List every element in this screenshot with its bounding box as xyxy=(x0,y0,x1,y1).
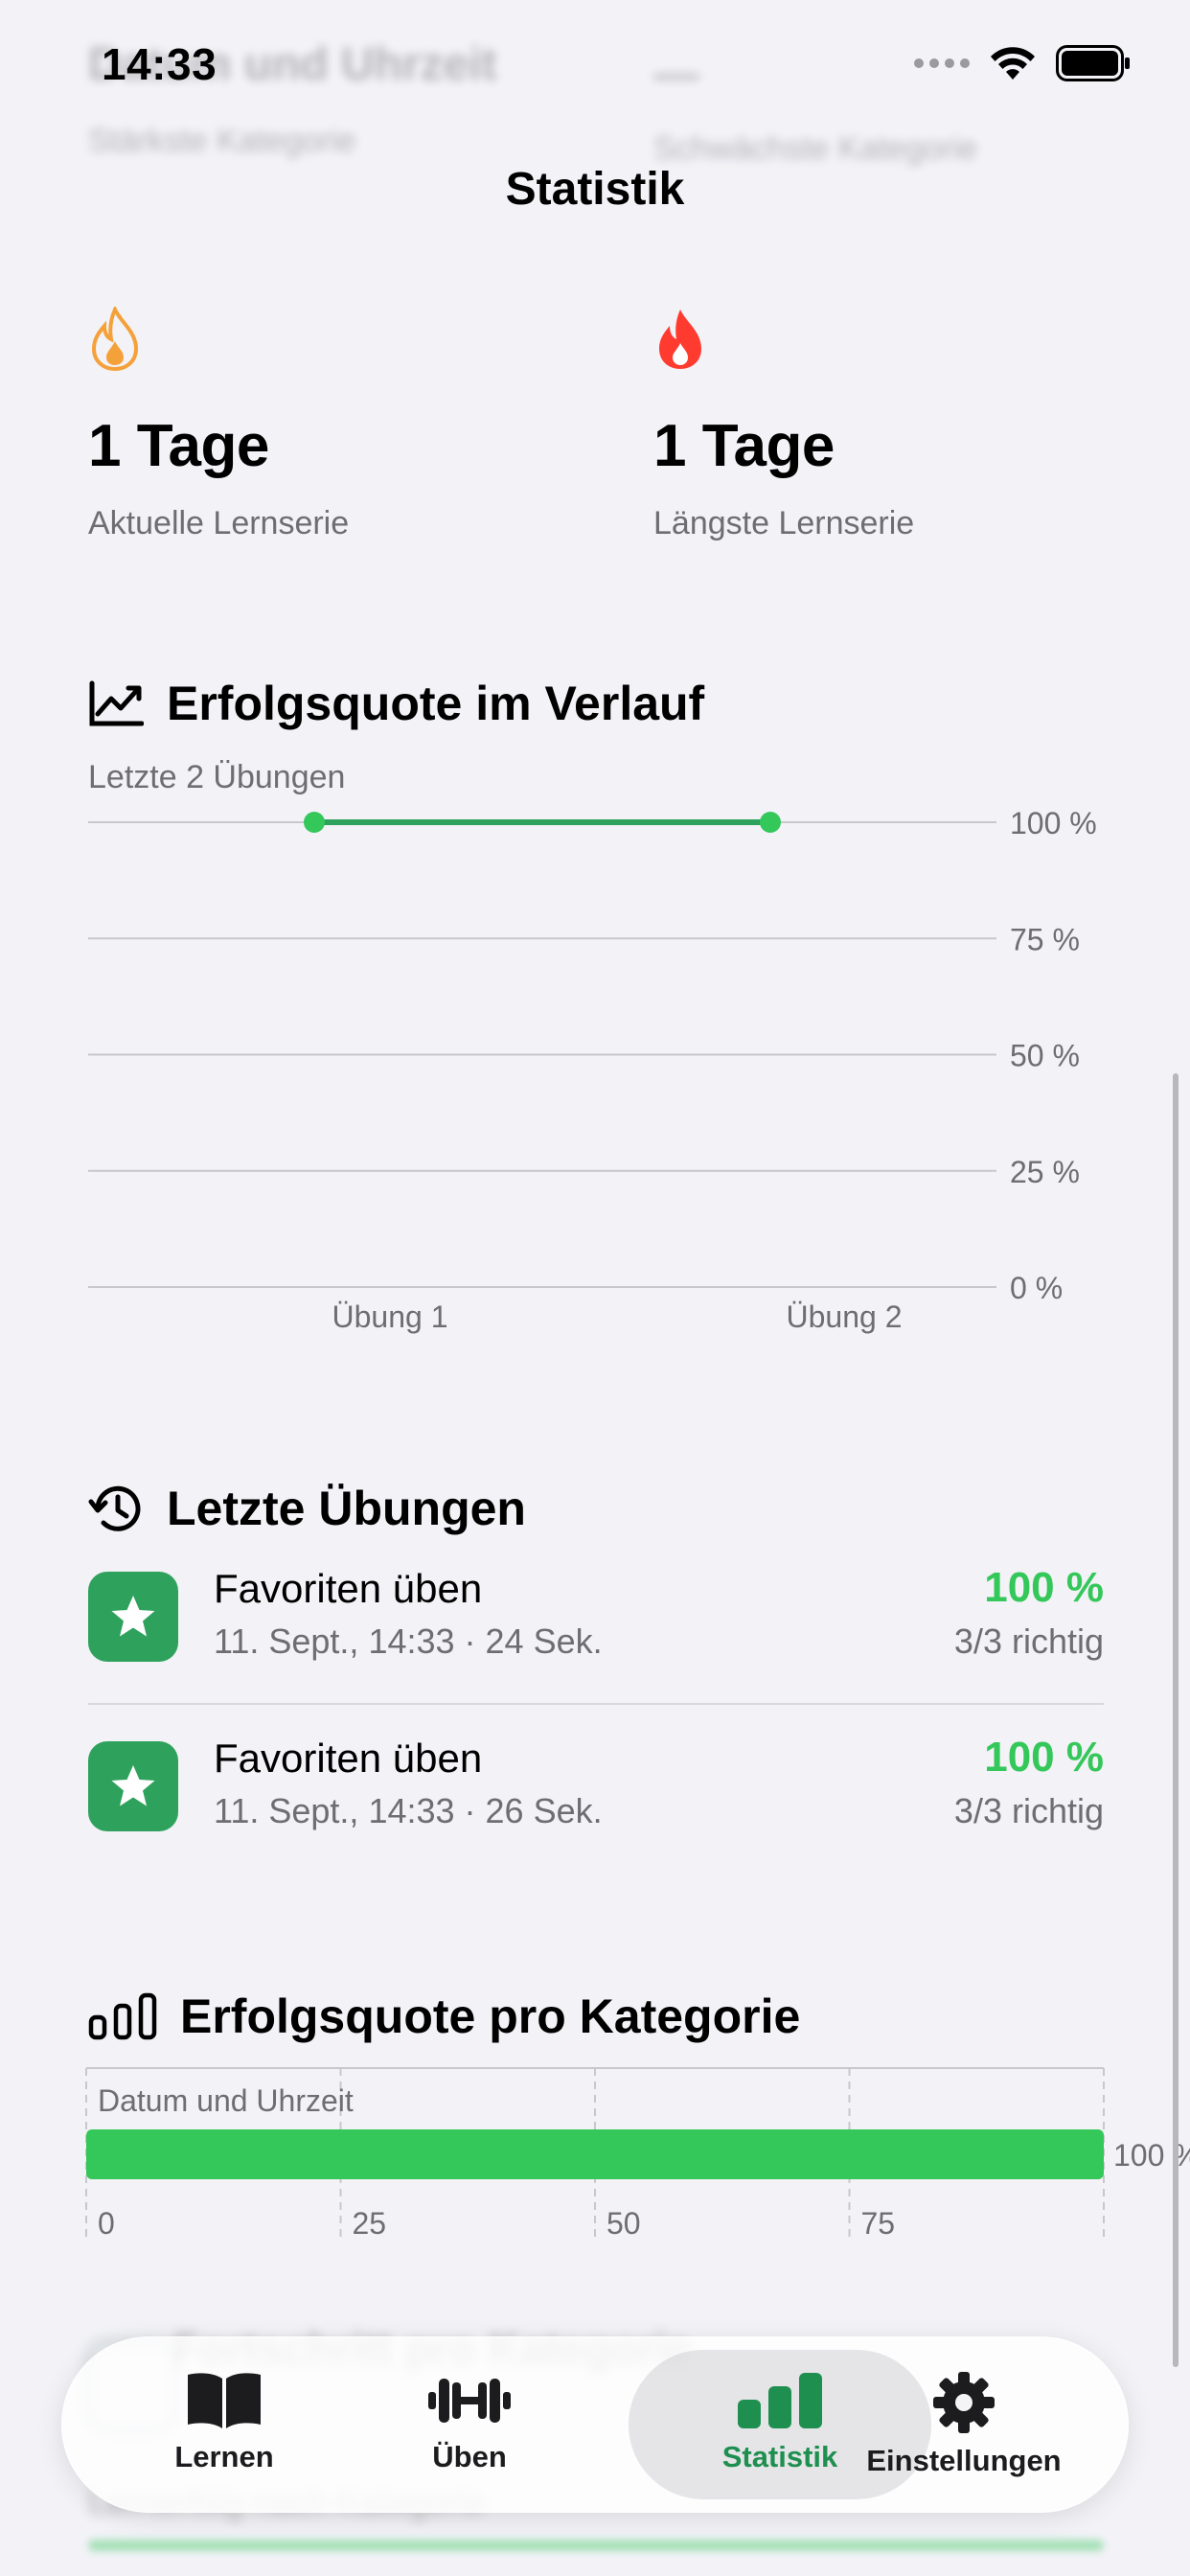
tab-einstellungen[interactable]: Einstellungen xyxy=(839,2336,1088,2513)
tab-lernen[interactable]: Lernen xyxy=(100,2336,349,2513)
flame-filled-icon xyxy=(659,310,701,369)
x-tick-label: 75 xyxy=(861,2206,896,2241)
x-tick-label: 25 xyxy=(353,2206,387,2241)
category-bar xyxy=(86,2129,1104,2179)
trend-section-title: Erfolgsquote im Verlauf xyxy=(88,676,704,731)
star-icon xyxy=(88,1572,178,1662)
statistics-screen: Datum und Uhrzeit Stärkste Kategorie — S… xyxy=(0,0,1190,2576)
current-streak-value: 1 Tage xyxy=(88,413,269,479)
gear-icon xyxy=(933,2372,995,2433)
chart-line-uptrend-icon xyxy=(89,680,144,726)
recent-exercise-row[interactable]: Favoriten üben 11. Sept., 14:33 · 24 Sek… xyxy=(88,1558,1104,1673)
wifi-icon xyxy=(991,47,1035,80)
data-point xyxy=(304,812,325,833)
recent-exercise-title: Favoriten üben xyxy=(214,1566,483,1611)
data-point xyxy=(760,812,781,833)
tab-bar: Lernen Üben Statistik Einstellungen xyxy=(61,2336,1129,2513)
tab-label: Einstellungen xyxy=(866,2444,1062,2477)
recent-exercise-meta: 11. Sept., 14:33 · 26 Sek. xyxy=(214,1791,603,1830)
page-title: Statistik xyxy=(505,164,685,215)
x-tick-label: 0 xyxy=(98,2206,115,2241)
ghost-weakest-value: — xyxy=(653,49,699,100)
tab-label: Lernen xyxy=(174,2440,274,2473)
category-bar-chart: 0 25 50 75 Datum und Uhrzeit 100 % xyxy=(85,2067,1190,2241)
recent-title: Letzte Übungen xyxy=(167,1482,526,1535)
y-tick-label: 75 % xyxy=(1010,922,1080,956)
x-tick-label: 50 xyxy=(606,2206,641,2241)
ghost-strongest-label: Stärkste Kategorie xyxy=(88,123,356,159)
dumbbell-icon xyxy=(428,2379,511,2423)
x-tick-label: Übung 1 xyxy=(332,1300,448,1334)
category-label: Datum und Uhrzeit xyxy=(98,2083,354,2118)
recent-section-title: Letzte Übungen xyxy=(88,1481,526,1536)
x-tick-label: Übung 2 xyxy=(787,1300,903,1334)
current-streak-label: Aktuelle Lernserie xyxy=(88,505,350,541)
y-tick-label: 100 % xyxy=(1010,806,1097,840)
y-tick-label: 50 % xyxy=(1010,1039,1080,1073)
longest-streak-card: 1 Tage Längste Lernserie xyxy=(653,307,914,542)
recent-exercise-percent: 100 % xyxy=(984,1564,1104,1611)
y-tick-label: 25 % xyxy=(1010,1155,1080,1189)
y-tick-label: 0 % xyxy=(1010,1271,1063,1305)
current-streak-card: 1 Tage Aktuelle Lernserie xyxy=(88,307,349,542)
clock-history-icon xyxy=(88,1485,141,1531)
book-icon xyxy=(188,2373,261,2428)
star-icon xyxy=(88,1741,178,1831)
recent-exercise-percent: 100 % xyxy=(984,1734,1104,1781)
trend-title: Erfolgsquote im Verlauf xyxy=(167,677,705,730)
cellular-signal-icon xyxy=(914,58,970,68)
flame-outline-icon xyxy=(91,307,139,372)
tab-label: Üben xyxy=(432,2440,507,2473)
category-section-title: Erfolgsquote pro Kategorie xyxy=(88,1989,800,2044)
bar-value-label: 100 % xyxy=(1113,2138,1190,2173)
recent-exercise-correct: 3/3 richtig xyxy=(953,1791,1104,1830)
tab-label: Statistik xyxy=(721,2440,838,2473)
battery-icon xyxy=(1056,45,1130,81)
category-title: Erfolgsquote pro Kategorie xyxy=(180,1990,801,2043)
recent-exercise-title: Favoriten üben xyxy=(214,1736,483,1781)
scroll-indicator[interactable] xyxy=(1173,1073,1179,2367)
ghost-progress-bar xyxy=(88,2540,1104,2551)
status-time: 14:33 xyxy=(102,39,217,89)
recent-exercise-row[interactable]: Favoriten üben 11. Sept., 14:33 · 26 Sek… xyxy=(88,1728,1104,1843)
trend-line-chart: 100 % 75 % 50 % 25 % 0 % Übung 1 Übung 2 xyxy=(88,806,1097,1334)
recent-exercise-meta: 11. Sept., 14:33 · 24 Sek. xyxy=(214,1622,603,1661)
chart-bar-icon xyxy=(88,1992,157,2040)
status-icons xyxy=(914,44,1131,82)
longest-streak-label: Längste Lernserie xyxy=(653,505,915,541)
recent-exercise-correct: 3/3 richtig xyxy=(953,1622,1104,1661)
chart-bar-fill-icon xyxy=(738,2373,822,2428)
tab-ueben[interactable]: Üben xyxy=(345,2336,594,2513)
longest-streak-value: 1 Tage xyxy=(653,413,835,479)
list-divider xyxy=(88,1703,1104,1705)
